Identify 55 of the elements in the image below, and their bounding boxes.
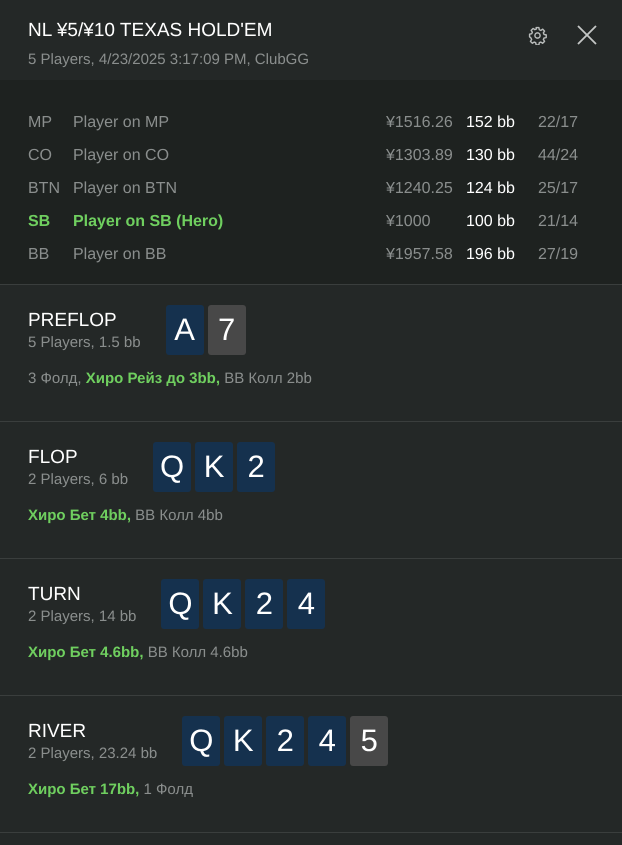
player-stats: 21/14 xyxy=(538,212,578,230)
street-title: RIVER xyxy=(28,720,86,744)
street-title: PREFLOP xyxy=(28,309,117,333)
player-stats: 27/19 xyxy=(538,246,578,262)
close-icon[interactable] xyxy=(577,25,597,45)
stack-bb: 196 bb xyxy=(466,246,515,262)
player-name: Player on BTN xyxy=(73,180,178,196)
window-title: NL ¥5/¥10 TEXAS HOLD'EM xyxy=(28,19,272,43)
position-label: BB xyxy=(28,246,50,262)
settings-icon[interactable] xyxy=(528,26,547,44)
playing-card: 2 xyxy=(245,579,284,629)
action-summary: Хиро Бет 4.6bb, BB Колл 4.6bb xyxy=(28,643,248,663)
stack-amount: ¥1000 xyxy=(386,212,430,230)
player-stats: 25/17 xyxy=(538,180,578,196)
playing-card: 4 xyxy=(308,716,346,766)
player-name: Player on CO xyxy=(73,146,170,164)
stack-bb: 130 bb xyxy=(466,146,515,164)
playing-card: 7 xyxy=(208,305,246,355)
position-label: MP xyxy=(28,114,52,130)
player-stats: 22/17 xyxy=(538,114,578,130)
playing-card: 5 xyxy=(350,716,388,766)
action-summary: Хиро Бет 4bb, BB Колл 4bb xyxy=(28,506,223,526)
stack-bb: 100 bb xyxy=(466,212,515,230)
playing-card: 4 xyxy=(287,579,326,629)
position-label: SB xyxy=(28,212,50,230)
playing-card: Q xyxy=(153,442,192,492)
playing-card: K xyxy=(195,442,234,492)
position-label: BTN xyxy=(28,180,60,196)
street-summary: 2 Players, 6 bb xyxy=(28,470,128,490)
playing-card: 2 xyxy=(237,442,276,492)
playing-card: Q xyxy=(161,579,200,629)
street-title: TURN xyxy=(28,583,81,607)
stack-amount: ¥1303.89 xyxy=(386,146,453,164)
playing-card: 2 xyxy=(266,716,304,766)
playing-card: K xyxy=(224,716,262,766)
stack-bb: 152 bb xyxy=(466,114,515,130)
player-name: Player on MP xyxy=(73,114,170,130)
action-summary: 3 Фолд, Хиро Рейз до 3bb, BB Колл 2bb xyxy=(28,369,312,389)
player-name: Player on BB xyxy=(73,246,166,262)
playing-card: K xyxy=(203,579,242,629)
stack-amount: ¥1957.58 xyxy=(386,246,453,262)
hand-info: 5 Players, 4/23/2025 3:17:09 PM, ClubGG xyxy=(28,50,309,70)
player-stats: 44/24 xyxy=(538,146,578,164)
street-title: FLOP xyxy=(28,446,78,470)
street-summary: 2 Players, 23.24 bb xyxy=(28,744,158,764)
position-label: CO xyxy=(28,146,52,164)
street-summary: 5 Players, 1.5 bb xyxy=(28,333,141,353)
playing-card: A xyxy=(166,305,204,355)
stack-bb: 124 bb xyxy=(466,180,515,196)
street-summary: 2 Players, 14 bb xyxy=(28,607,136,627)
playing-card: Q xyxy=(182,716,220,766)
action-summary: Хиро Бет 17bb, 1 Фолд xyxy=(28,780,193,800)
player-name: Player on SB (Hero) xyxy=(73,212,224,230)
stack-amount: ¥1516.26 xyxy=(386,114,453,130)
stack-amount: ¥1240.25 xyxy=(386,180,453,196)
